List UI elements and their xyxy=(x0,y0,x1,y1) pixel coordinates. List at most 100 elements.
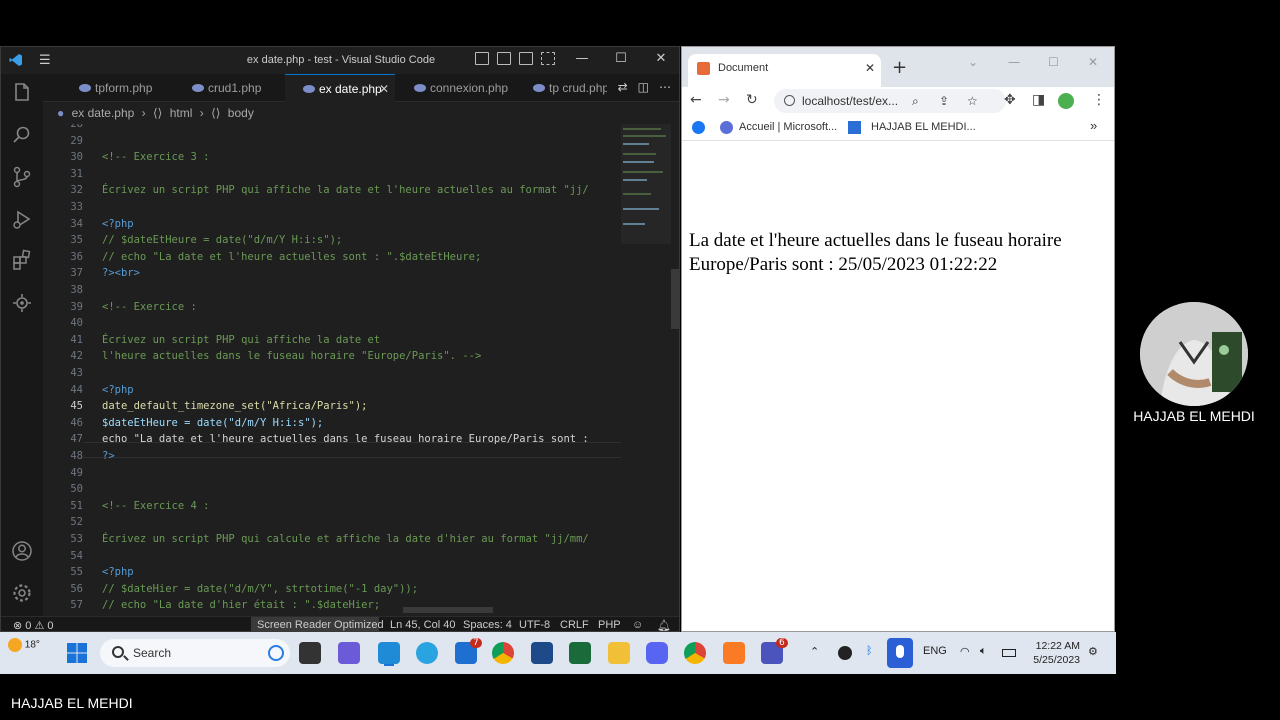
indentation[interactable]: Spaces: 4 xyxy=(463,619,512,631)
code-line[interactable]: // echo "La date d'hier était : ".$dateH… xyxy=(102,599,380,611)
back-arrow-icon[interactable]: ← xyxy=(690,92,702,108)
browser-tab[interactable]: Document ✕ xyxy=(688,54,881,87)
breadcrumb-body[interactable]: body xyxy=(228,106,254,120)
forward-arrow-icon[interactable]: → xyxy=(718,92,730,108)
horizontal-scrollbar[interactable] xyxy=(403,607,493,613)
volume-icon[interactable]: 🔈︎ xyxy=(980,645,987,658)
code-line[interactable]: Écrivez un script PHP qui affiche la dat… xyxy=(102,334,380,346)
screen-reader-status[interactable]: Screen Reader Optimized xyxy=(257,619,384,631)
close-icon[interactable]: ✕ xyxy=(650,51,672,66)
source-control-icon[interactable] xyxy=(9,164,35,190)
taskbar-search[interactable]: Search xyxy=(100,639,290,667)
bookmark-star-icon[interactable]: ☆ xyxy=(967,89,978,113)
kebab-menu-icon[interactable]: ⋮ xyxy=(1092,92,1106,108)
windows-start-icon[interactable] xyxy=(66,642,88,664)
profile-avatar[interactable] xyxy=(1058,93,1074,109)
discord-icon[interactable] xyxy=(646,642,668,664)
maximize-icon[interactable]: ☐ xyxy=(610,51,632,66)
close-icon[interactable]: ✕ xyxy=(1088,55,1098,69)
weather-widget[interactable]: 18° xyxy=(8,638,40,652)
zoom-icon[interactable]: ⌕ xyxy=(912,89,919,113)
minimap[interactable] xyxy=(621,124,671,264)
wifi-icon[interactable]: ◠ xyxy=(960,645,970,658)
code-line[interactable]: Écrivez un script PHP qui calcule et aff… xyxy=(102,533,589,545)
code-line[interactable]: l'heure actuelles dans le fuseau horaire… xyxy=(102,350,481,362)
extensions-icon[interactable] xyxy=(9,248,35,274)
breadcrumb-file[interactable]: ex date.php xyxy=(72,106,135,120)
explorer-icon[interactable] xyxy=(9,80,35,106)
tab-crud1[interactable]: crud1.php xyxy=(174,74,284,102)
problems-indicator[interactable]: ⊗ 0 ⚠ 0 xyxy=(13,619,53,631)
line-endings[interactable]: CRLF xyxy=(560,619,589,631)
manage-gear-icon[interactable] xyxy=(9,580,35,606)
notifications-bell-icon[interactable]: 🔔︎ xyxy=(657,619,671,631)
code-editor[interactable]: 28 29 30 31 32 33 34 35 36 37 38 39 40 41 42 43 44 45 46 47… xyxy=(43,124,679,616)
microphone-icon[interactable] xyxy=(887,638,913,668)
encoding[interactable]: UTF-8 xyxy=(519,619,550,631)
tray-app-icon[interactable] xyxy=(838,646,852,660)
file-explorer-icon[interactable] xyxy=(608,642,630,664)
code-line[interactable]: ?><br> xyxy=(102,267,140,279)
site-info-icon[interactable] xyxy=(784,95,795,106)
side-panel-icon[interactable]: ◨ xyxy=(1032,92,1045,108)
task-view-icon[interactable] xyxy=(299,642,321,664)
breadcrumb-html[interactable]: html xyxy=(170,106,193,120)
cursor-position[interactable]: Ln 45, Col 40 xyxy=(390,619,455,631)
maximize-icon[interactable]: ☐ xyxy=(1048,55,1059,69)
share-icon[interactable]: ⇪ xyxy=(939,89,949,113)
bookmark-hajjab[interactable]: HAJJAB EL MEHDI... xyxy=(871,121,976,133)
tab-tpform[interactable]: tpform.php xyxy=(61,74,173,102)
code-line[interactable]: $dateEtHeure = date("d/m/Y H:i:s"); xyxy=(102,417,323,429)
teams-chat-icon[interactable] xyxy=(338,642,360,664)
tab-ex-date[interactable]: ex date.php ✕ xyxy=(285,74,395,102)
tab-search-chevron-icon[interactable]: ⌄ xyxy=(968,55,978,69)
tab-close-icon[interactable]: ✕ xyxy=(865,54,875,83)
code-line[interactable]: // $dateHier = date("d/m/Y", strtotime("… xyxy=(102,583,418,595)
code-line[interactable]: // $dateEtHeure = date("d/m/Y H:i:s"); xyxy=(102,234,342,246)
show-hidden-icons-chevron-icon[interactable]: ⌃ xyxy=(810,645,819,658)
xampp-icon[interactable] xyxy=(723,642,745,664)
code-line[interactable]: <?php xyxy=(102,384,134,396)
bookmark-accueil[interactable]: Accueil | Microsoft... xyxy=(739,121,837,133)
code-line[interactable]: ?> xyxy=(102,450,115,462)
bluetooth-icon[interactable]: ᛒ xyxy=(866,645,873,657)
chrome-profile-icon[interactable] xyxy=(684,642,706,664)
split-editor-icon[interactable]: ◫ xyxy=(638,80,649,94)
remote-explorer-icon[interactable] xyxy=(9,290,35,316)
minimize-icon[interactable]: — xyxy=(571,51,593,66)
vertical-scrollbar[interactable] xyxy=(671,269,679,329)
code-line[interactable]: <?php xyxy=(102,566,134,578)
code-line[interactable]: date_default_timezone_set("Africa/Paris"… xyxy=(102,400,368,412)
minimize-icon[interactable]: — xyxy=(1008,55,1020,69)
search-icon[interactable] xyxy=(9,122,35,148)
reload-icon[interactable]: ↻ xyxy=(746,92,758,108)
compare-icon[interactable]: ⇄ xyxy=(618,80,628,94)
battery-icon[interactable] xyxy=(1002,649,1016,657)
app-icon[interactable] xyxy=(531,642,553,664)
code-line[interactable]: // echo "La date et l'heure actuelles so… xyxy=(102,251,481,263)
code-line[interactable]: <?php xyxy=(102,218,134,230)
customize-layout-icon[interactable] xyxy=(541,52,555,65)
code-line[interactable]: Écrivez un script PHP qui affiche la dat… xyxy=(102,184,589,196)
new-tab-icon[interactable]: + xyxy=(892,57,907,78)
code-line[interactable]: <!-- Exercice 3 : xyxy=(102,151,209,163)
address-bar[interactable]: localhost/test/ex... ⌕ ⇪ ☆ xyxy=(774,89,1006,113)
chrome-icon[interactable] xyxy=(492,642,514,664)
toggle-secondary-sidebar-icon[interactable] xyxy=(519,52,533,65)
tab-tp-crud[interactable]: tp crud.php xyxy=(515,74,607,102)
store-icon[interactable] xyxy=(569,642,591,664)
facebook-icon[interactable] xyxy=(692,121,705,134)
system-clock[interactable]: 12:22 AM 5/25/2023 xyxy=(1030,639,1080,667)
run-debug-icon[interactable] xyxy=(9,206,35,232)
toggle-panel-icon[interactable] xyxy=(497,52,511,65)
notification-center-icon[interactable]: ⚙ xyxy=(1088,645,1098,658)
more-actions-icon[interactable]: ⋯ xyxy=(659,80,671,94)
code-line[interactable]: echo "La date et l'heure actuelles dans … xyxy=(102,433,589,445)
tab-connexion[interactable]: connexion.php xyxy=(396,74,514,102)
code-line[interactable]: <!-- Exercice 4 : xyxy=(102,500,209,512)
edge-icon[interactable] xyxy=(416,642,438,664)
feedback-icon[interactable]: ☺ xyxy=(632,619,643,631)
tab-close-icon[interactable]: ✕ xyxy=(379,75,389,103)
extensions-puzzle-icon[interactable]: ✥ xyxy=(1004,92,1016,108)
more-bookmarks-chevron-icon[interactable]: » xyxy=(1090,118,1097,133)
